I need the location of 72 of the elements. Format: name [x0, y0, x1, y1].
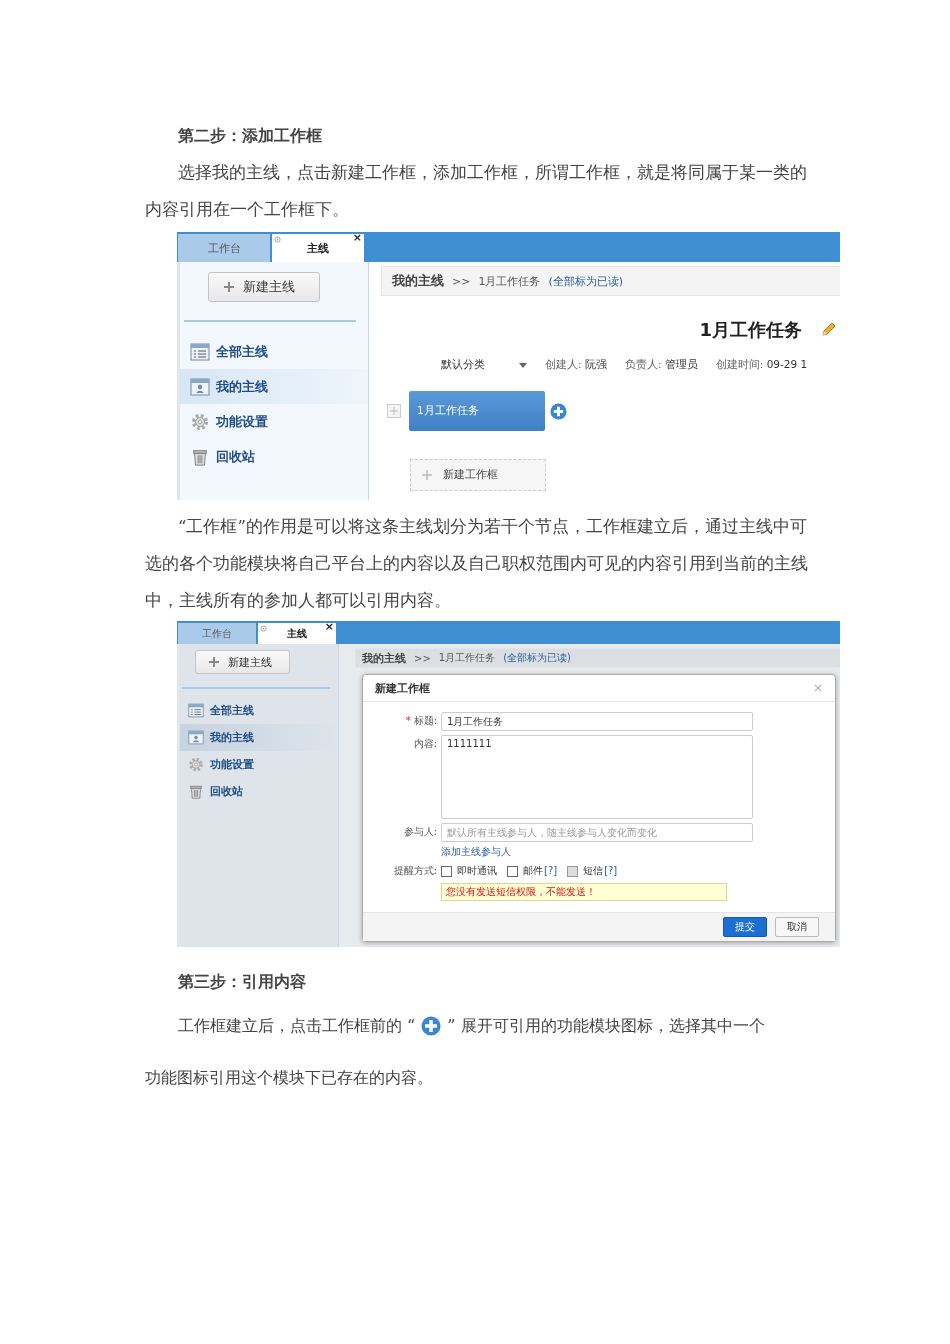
plus-icon: [207, 656, 220, 668]
breadcrumb-item: 1月工作任务: [438, 651, 496, 665]
warning-message: 您没有发送短信权限，不能发送！: [441, 883, 727, 901]
mark-all-read-link[interactable]: (全部标为已读): [548, 273, 624, 289]
list-icon: [188, 703, 204, 718]
meta-text: 创建人: 阮强: [545, 358, 607, 372]
nav-item[interactable]: 我的主线: [180, 369, 368, 404]
breadcrumb-current[interactable]: 我的主线: [392, 272, 444, 290]
gear-icon: [188, 757, 204, 772]
help-link[interactable]: [?]: [544, 862, 558, 880]
profile-card-icon: [190, 377, 210, 396]
nav-item[interactable]: 回收站: [180, 778, 338, 805]
gear-icon: [190, 412, 210, 431]
checkbox-label: 即时通讯: [457, 864, 497, 878]
checkbox[interactable]: [507, 865, 518, 877]
dialog-title: 新建工作框: [375, 680, 430, 696]
nav-item[interactable]: 回收站: [180, 439, 368, 474]
pencil-icon[interactable]: [820, 322, 836, 338]
plus-icon: [421, 469, 433, 481]
paragraph-text: ” 展开可引用的功能模块图标，选择其中一个: [447, 1015, 765, 1037]
input-field[interactable]: 默认所有主线参与人，随主线参与人变化而变化: [441, 823, 753, 842]
step-heading: 第二步：添加工作框: [177, 125, 323, 147]
field-label: 参与人:: [403, 826, 437, 837]
profile-card-icon: [188, 730, 204, 745]
close-icon[interactable]: ×: [324, 621, 334, 633]
breadcrumb-current[interactable]: 我的主线: [362, 650, 406, 666]
checkbox-label: 邮件: [523, 864, 543, 878]
nav-item[interactable]: 功能设置: [180, 751, 338, 778]
cancel-button[interactable]: 取消: [775, 917, 819, 937]
tab[interactable]: 主线 ×: [272, 234, 364, 262]
checkbox-label: 短信: [583, 864, 604, 878]
list-icon: [190, 342, 210, 361]
nav-item[interactable]: 全部主线: [180, 697, 338, 724]
tab[interactable]: 工作台: [178, 234, 270, 262]
required-mark: *: [405, 715, 411, 726]
tab[interactable]: 工作台: [178, 623, 256, 644]
new-mainline-button[interactable]: 新建主线: [208, 272, 320, 302]
mark-all-read-link[interactable]: (全部标为已读): [503, 651, 571, 665]
paragraph: 选择我的主线，点击新建工作框，添加工作框，所谓工作框，就是将同属于某一类的内容引用在一个工作框下。: [145, 162, 808, 221]
checkbox[interactable]: [441, 865, 452, 877]
trash-icon: [190, 447, 210, 466]
text-area[interactable]: 1111111: [441, 735, 753, 819]
pin-icon: [274, 236, 281, 243]
pin-icon: [260, 625, 267, 632]
field-label: 提醒方式:: [393, 865, 437, 876]
field-label: 标题:: [413, 715, 437, 726]
paragraph-text: 功能图标引用这个模块下已存在的内容。: [145, 1068, 433, 1087]
input-field[interactable]: 1月工作任务: [441, 712, 753, 731]
caret-icon: [519, 362, 527, 368]
add-participant-link[interactable]: 添加主线参与人: [441, 846, 511, 858]
nav-item[interactable]: 全部主线: [180, 334, 368, 369]
submit-button[interactable]: 提交: [723, 917, 767, 937]
add-circle-icon[interactable]: [550, 402, 567, 420]
nav-item[interactable]: 功能设置: [180, 404, 368, 439]
tab[interactable]: 主线 ×: [258, 623, 336, 644]
meta-text: 创建时间: 09-29 1: [715, 358, 808, 372]
field-label: 内容:: [413, 738, 437, 749]
new-frame-button[interactable]: 新建工作框: [410, 459, 546, 491]
meta-text: 负责人: 管理员: [624, 358, 698, 372]
paragraph-text: 工作框建立后，点击工作框前的 “: [178, 1015, 416, 1037]
category-dropdown[interactable]: 默认分类: [441, 358, 527, 372]
plus-icon: [223, 281, 235, 293]
mainline-title: 1月工作任务: [699, 318, 802, 342]
close-icon[interactable]: ×: [352, 232, 362, 244]
add-circle-icon: [421, 1016, 442, 1036]
breadcrumb-item: 1月工作任务: [478, 273, 541, 289]
breadcrumb-separator: >>: [452, 274, 471, 288]
trash-icon: [188, 784, 204, 799]
step-heading: 第三步：引用内容: [177, 971, 307, 993]
paragraph: “工作框”的作用是可以将这条主线划分为若干个节点，工作框建立后，通过主线中可选的各个功能模块将自己平台上的内容以及自己职权范围内可见的内容引用到当前的主线中，主线所有的参加人都可以引用内容。: [145, 516, 809, 612]
new-mainline-button[interactable]: 新建主线: [194, 650, 290, 674]
breadcrumb-separator: >>: [414, 652, 431, 664]
